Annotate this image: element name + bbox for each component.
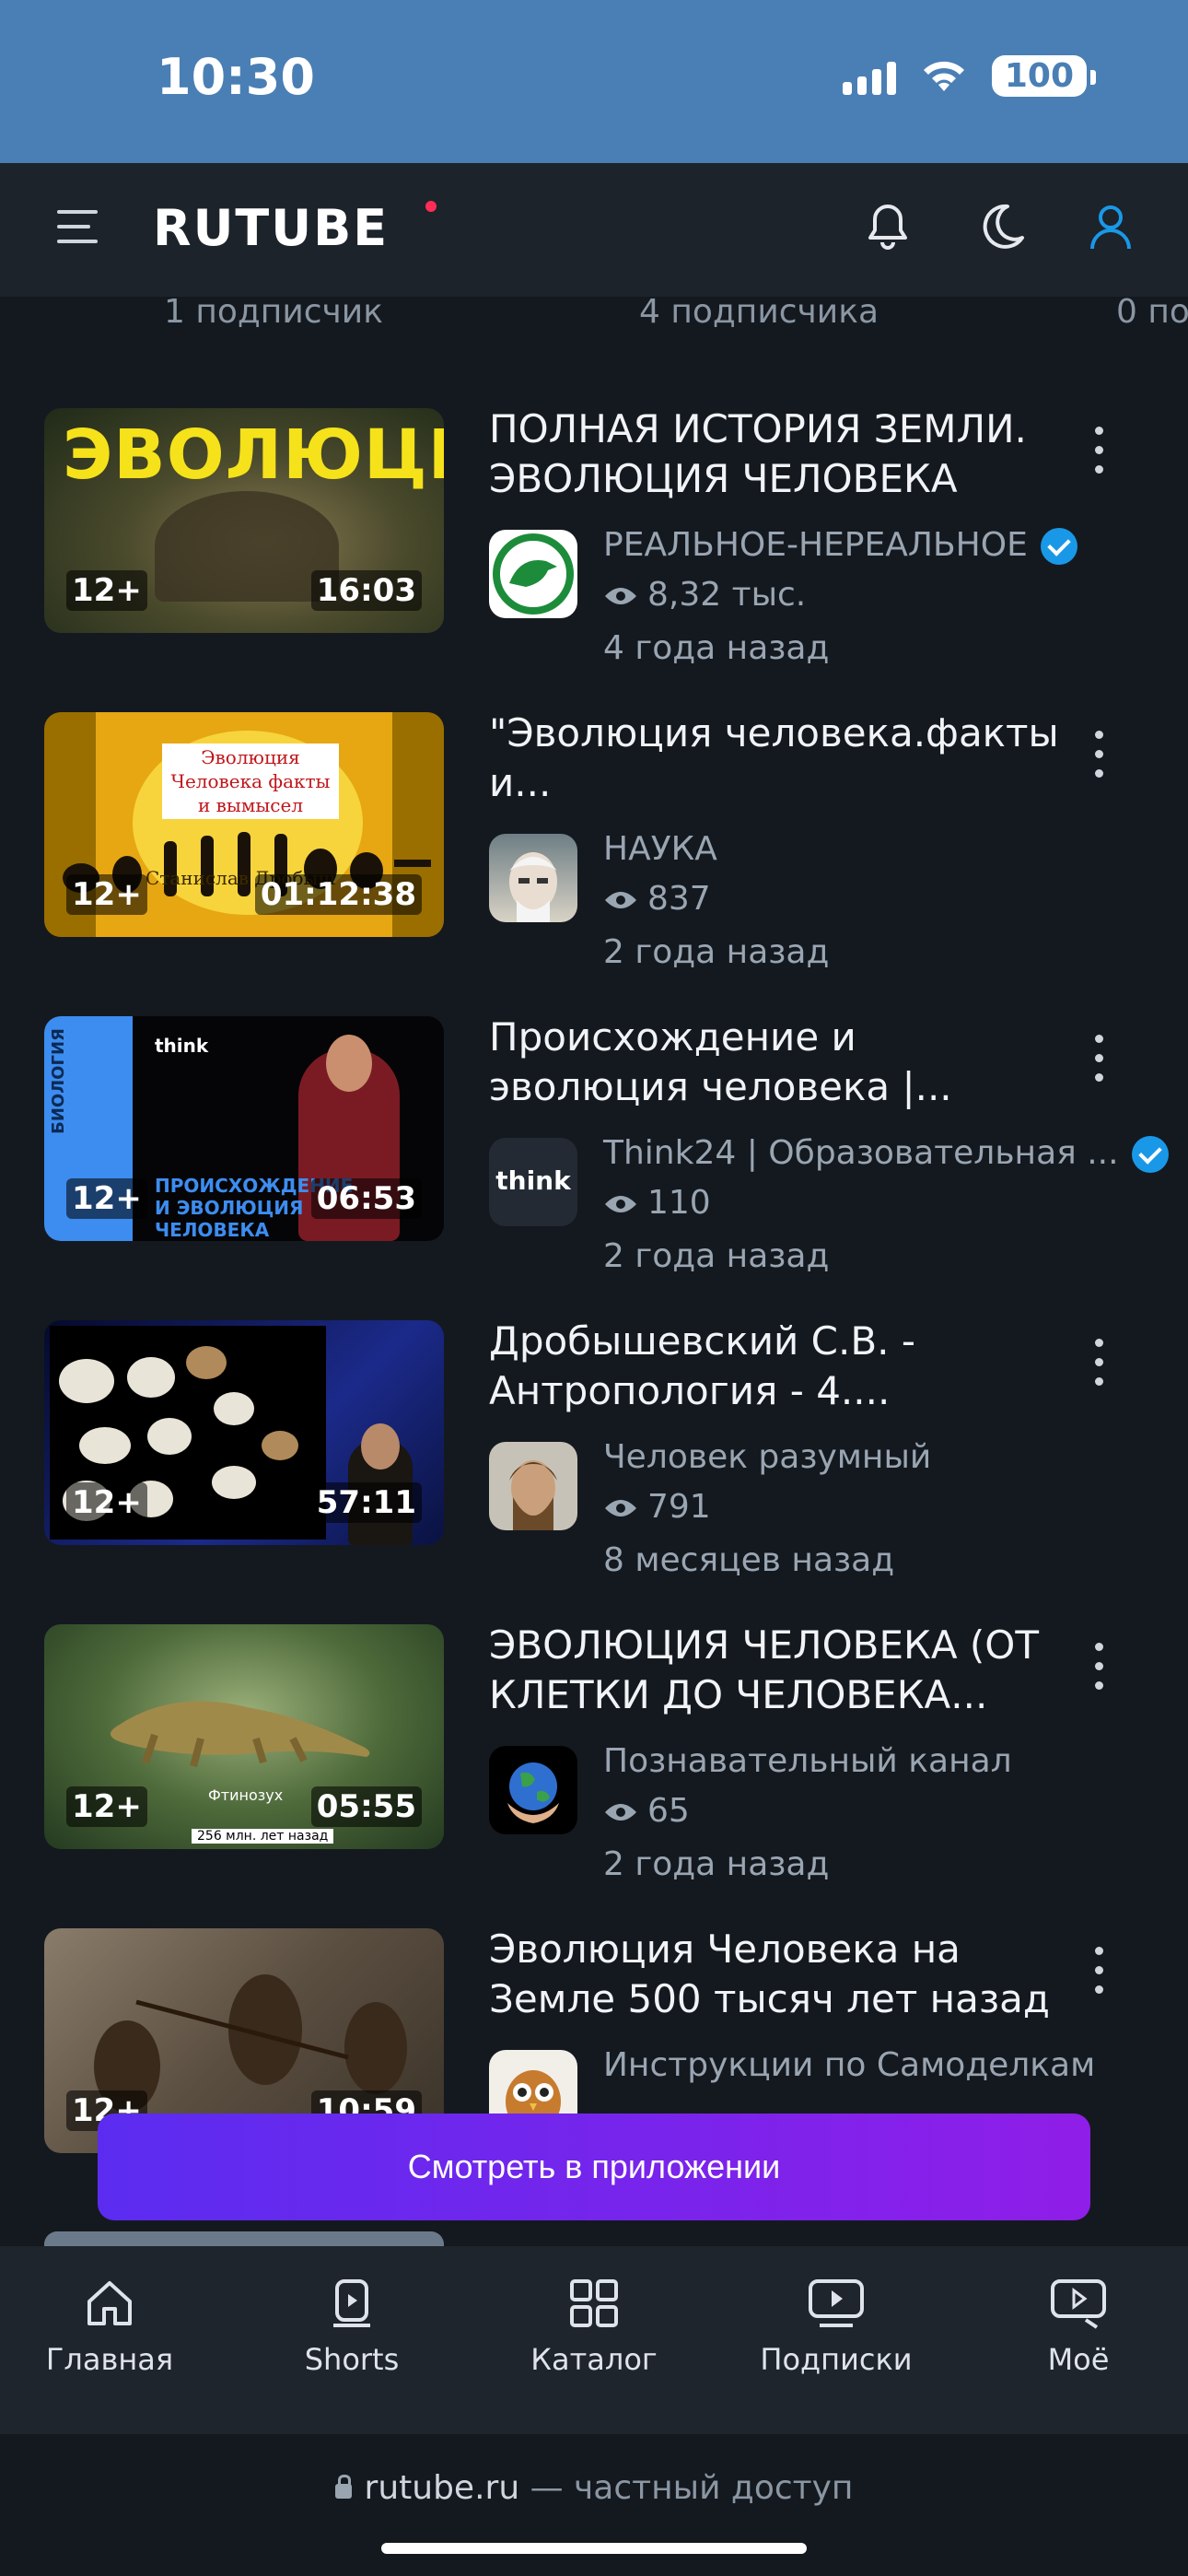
published-ago: 2 года назад: [603, 1237, 830, 1275]
user-icon[interactable]: [1081, 197, 1140, 256]
age-rating-badge: 12+: [66, 874, 147, 915]
video-thumbnail[interactable]: БИОЛОГИЯ think ПРОИСХОЖДЕНИЕ И ЭВОЛЮЦИЯ …: [44, 1016, 444, 1241]
menu-icon[interactable]: [57, 210, 98, 243]
published-ago: 8 месяцев назад: [603, 1541, 895, 1579]
video-title[interactable]: Эволюция Человека на Земле 500 тысяч лет…: [489, 1925, 1060, 2024]
scientist-portrait: [509, 852, 557, 922]
view-count: 791: [603, 1488, 711, 1526]
channel-name[interactable]: Познавательный канал: [603, 1742, 1012, 1780]
channel-avatar[interactable]: think: [489, 1138, 577, 1226]
rutube-logo[interactable]: RUTUBE: [153, 199, 389, 257]
dinosaur-icon: [493, 533, 574, 615]
video-title[interactable]: "Эволюция человека.факты и...: [489, 708, 1060, 808]
channel-name[interactable]: Человек разумный: [603, 1438, 931, 1476]
duration-badge: 16:03: [310, 570, 422, 611]
moon-icon[interactable]: [971, 197, 1030, 256]
video-title[interactable]: ПОЛНАЯ ИСТОРИЯ ЗЕМЛИ. ЭВОЛЮЦИЯ ЧЕЛОВЕКА: [489, 404, 1060, 504]
catalog-icon: [570, 2279, 618, 2327]
video-thumbnail[interactable]: ЭВОЛЮЦИЯ 12+ 16:03: [44, 408, 444, 633]
browser-address-bar[interactable]: rutube.ru — частный доступ: [0, 2434, 1188, 2576]
eye-icon: [605, 892, 636, 908]
domain-text: rutube.ru: [364, 2469, 520, 2507]
video-item[interactable]: Фтинозух 256 млн. лет назад 12+ 05:55 ЭВ…: [0, 1621, 1188, 1883]
next-video-thumbnail-partial: [44, 2231, 444, 2246]
channel-avatar[interactable]: [489, 530, 577, 618]
eye-icon: [605, 1500, 636, 1516]
age-rating-badge: 12+: [66, 570, 147, 611]
video-title[interactable]: Дробышевский С.В. - Антропология - 4....: [489, 1317, 1060, 1416]
subscriptions-icon: [809, 2279, 864, 2327]
bottom-navigation: Главная Shorts Каталог Подписки Моё: [0, 2246, 1188, 2434]
published-ago: 2 года назад: [603, 1845, 830, 1883]
video-item[interactable]: БИОЛОГИЯ think ПРОИСХОЖДЕНИЕ И ЭВОЛЮЦИЯ …: [0, 1013, 1188, 1275]
nav-shorts[interactable]: Shorts: [269, 2277, 435, 2377]
view-count: 837: [603, 880, 711, 918]
channel-name[interactable]: Инструкции по Самоделкам: [603, 2046, 1095, 2084]
channel-avatar[interactable]: [489, 834, 577, 922]
duration-badge: 57:11: [310, 1482, 422, 1523]
person-portrait: [509, 1460, 557, 1530]
wifi-icon: [923, 61, 964, 91]
age-rating-badge: 12+: [66, 1786, 147, 1827]
duration-badge: 06:53: [310, 1178, 422, 1219]
nav-my[interactable]: Моё: [996, 2277, 1161, 2377]
video-title[interactable]: Происхождение и эволюция человека |...: [489, 1013, 1060, 1112]
channel-avatar[interactable]: [489, 1442, 577, 1530]
view-count: 110: [603, 1184, 711, 1222]
battery-indicator: 100: [991, 55, 1097, 97]
nav-catalog[interactable]: Каталог: [511, 2277, 677, 2377]
more-options-icon[interactable]: [1092, 427, 1105, 482]
eye-icon: [605, 1196, 636, 1212]
home-icon: [87, 2281, 132, 2325]
channel-avatar[interactable]: [489, 1746, 577, 1834]
more-options-icon[interactable]: [1092, 731, 1105, 786]
status-time: 10:30: [157, 48, 315, 106]
logo-dot: [425, 201, 437, 212]
channel-name[interactable]: Think24 | Образовательная ...: [603, 1134, 1169, 1173]
open-in-app-button[interactable]: Смотреть в приложении: [98, 2113, 1090, 2220]
view-count: 8,32 тыс.: [603, 576, 806, 614]
video-title[interactable]: ЭВОЛЮЦИЯ ЧЕЛОВЕКА (ОТ КЛЕТКИ ДО ЧЕЛОВЕКА…: [489, 1621, 1060, 1720]
nav-home[interactable]: Главная: [27, 2277, 192, 2377]
bell-icon[interactable]: [858, 197, 917, 256]
age-rating-badge: 12+: [66, 1482, 147, 1523]
age-rating-badge: 12+: [66, 1178, 147, 1219]
more-options-icon[interactable]: [1092, 1947, 1105, 2002]
published-ago: 2 года назад: [603, 933, 830, 971]
eye-icon: [605, 588, 636, 604]
video-thumbnail[interactable]: Эволюция Человека факты и вымысел Станис…: [44, 712, 444, 937]
subscriber-counts: 1 подписчик 4 подписчика 0 подп: [164, 293, 1188, 331]
nav-subscriptions[interactable]: Подписки: [753, 2277, 919, 2377]
video-item[interactable]: 12+ 57:11 Дробышевский С.В. - Антрополог…: [0, 1317, 1188, 1579]
status-bar: 10:30 100: [0, 0, 1188, 163]
eye-icon: [605, 1804, 636, 1821]
video-thumbnail[interactable]: Фтинозух 256 млн. лет назад 12+ 05:55: [44, 1624, 444, 1849]
private-access-text: — частный доступ: [519, 2469, 854, 2507]
cellular-signal-icon: [842, 58, 896, 95]
verified-icon: [1040, 528, 1077, 565]
globe-icon: [507, 1762, 559, 1823]
more-options-icon[interactable]: [1092, 1339, 1105, 1394]
lock-icon: [334, 2475, 352, 2499]
verified-icon: [1131, 1136, 1169, 1173]
home-indicator[interactable]: [381, 2543, 807, 2554]
video-thumbnail[interactable]: 12+ 57:11: [44, 1320, 444, 1545]
published-ago: 4 года назад: [603, 629, 830, 667]
channel-name[interactable]: РЕАЛЬНОЕ-НЕРЕАЛЬНОЕ: [603, 526, 1077, 565]
shorts-icon: [333, 2279, 370, 2327]
more-options-icon[interactable]: [1092, 1035, 1105, 1090]
duration-badge: 05:55: [310, 1786, 422, 1827]
video-item[interactable]: Эволюция Человека факты и вымысел Станис…: [0, 710, 1188, 971]
view-count: 65: [603, 1792, 690, 1830]
duration-badge: 01:12:38: [254, 874, 422, 915]
video-item[interactable]: ЭВОЛЮЦИЯ 12+ 16:03 ПОЛНАЯ ИСТОРИЯ ЗЕМЛИ.…: [0, 406, 1188, 667]
my-icon: [1051, 2279, 1106, 2329]
channel-name[interactable]: НАУКА: [603, 830, 717, 868]
more-options-icon[interactable]: [1092, 1643, 1105, 1698]
